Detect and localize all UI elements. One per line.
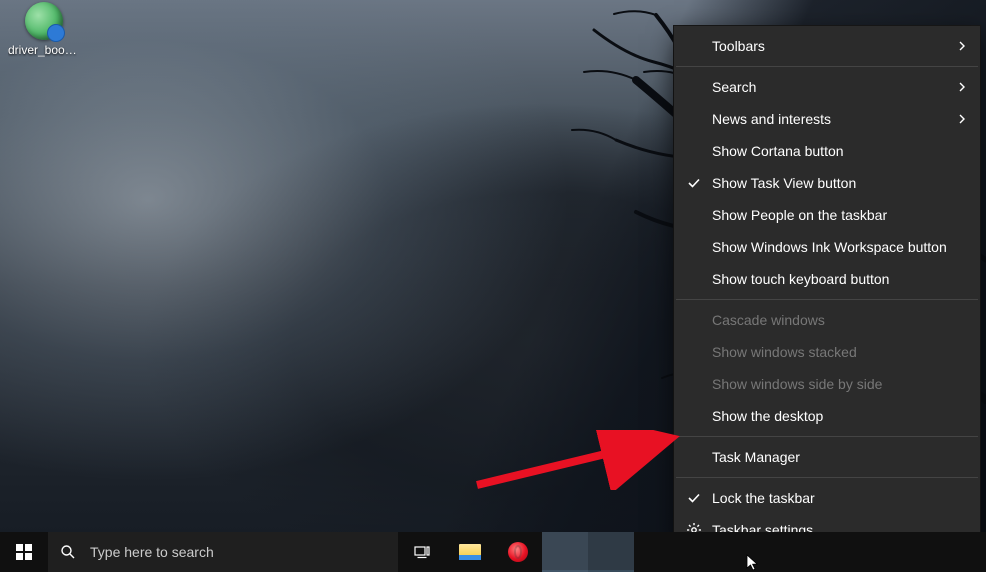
task-view-button[interactable] — [398, 532, 446, 572]
menu-item-label: Toolbars — [712, 38, 765, 54]
menu-item-task-manager[interactable]: Task Manager — [674, 441, 980, 473]
menu-item-cascade-windows: Cascade windows — [674, 304, 980, 336]
search-placeholder: Type here to search — [90, 544, 214, 560]
taskbar-running-app-2[interactable] — [588, 532, 634, 572]
menu-item-label: Show windows stacked — [712, 344, 857, 360]
chevron-right-icon — [956, 113, 968, 125]
menu-item-side-by-side: Show windows side by side — [674, 368, 980, 400]
task-view-icon — [414, 544, 430, 560]
menu-item-show-cortana[interactable]: Show Cortana button — [674, 135, 980, 167]
desktop-icon-driver-booster[interactable]: driver_boos... — [6, 0, 82, 59]
chevron-right-icon — [956, 81, 968, 93]
menu-separator — [676, 436, 978, 437]
menu-item-label: Show Cortana button — [712, 143, 844, 159]
chevron-right-icon — [956, 40, 968, 52]
file-explorer-icon — [459, 544, 481, 560]
menu-item-label: Search — [712, 79, 756, 95]
menu-item-toolbars[interactable]: Toolbars — [674, 30, 980, 62]
windows-logo-icon — [16, 544, 32, 560]
menu-item-label: Task Manager — [712, 449, 800, 465]
menu-item-label: Cascade windows — [712, 312, 825, 328]
menu-item-label: Show Windows Ink Workspace button — [712, 239, 947, 255]
taskbar: Type here to search — [0, 532, 986, 572]
menu-separator — [676, 477, 978, 478]
menu-item-show-people[interactable]: Show People on the taskbar — [674, 199, 980, 231]
driver-booster-icon — [25, 2, 63, 40]
start-button[interactable] — [0, 532, 48, 572]
menu-item-label: Show the desktop — [712, 408, 823, 424]
menu-item-search[interactable]: Search — [674, 71, 980, 103]
taskbar-app-opera[interactable] — [494, 532, 542, 572]
menu-separator — [676, 66, 978, 67]
opera-icon — [508, 542, 528, 562]
desktop-icon-label: driver_boos... — [8, 43, 80, 57]
menu-item-label: Show touch keyboard button — [712, 271, 889, 287]
menu-item-show-ink-workspace[interactable]: Show Windows Ink Workspace button — [674, 231, 980, 263]
search-icon — [60, 544, 76, 560]
menu-item-show-desktop[interactable]: Show the desktop — [674, 400, 980, 432]
menu-item-news-interests[interactable]: News and interests — [674, 103, 980, 135]
menu-separator — [676, 299, 978, 300]
menu-item-show-touch-keyboard[interactable]: Show touch keyboard button — [674, 263, 980, 295]
menu-item-label: Show windows side by side — [712, 376, 882, 392]
menu-item-show-taskview[interactable]: Show Task View button — [674, 167, 980, 199]
menu-item-label: Show Task View button — [712, 175, 856, 191]
taskbar-search[interactable]: Type here to search — [48, 532, 398, 572]
taskbar-left: Type here to search — [0, 532, 634, 572]
menu-item-label: Lock the taskbar — [712, 490, 815, 506]
taskbar-context-menu: Toolbars Search News and interests Show … — [674, 26, 980, 550]
menu-item-lock-taskbar[interactable]: Lock the taskbar — [674, 482, 980, 514]
taskbar-running-app-1[interactable] — [542, 532, 588, 572]
check-icon — [686, 175, 702, 191]
menu-item-label: Show People on the taskbar — [712, 207, 887, 223]
taskbar-app-file-explorer[interactable] — [446, 532, 494, 572]
menu-item-label: News and interests — [712, 111, 831, 127]
check-icon — [686, 490, 702, 506]
menu-item-stacked-windows: Show windows stacked — [674, 336, 980, 368]
